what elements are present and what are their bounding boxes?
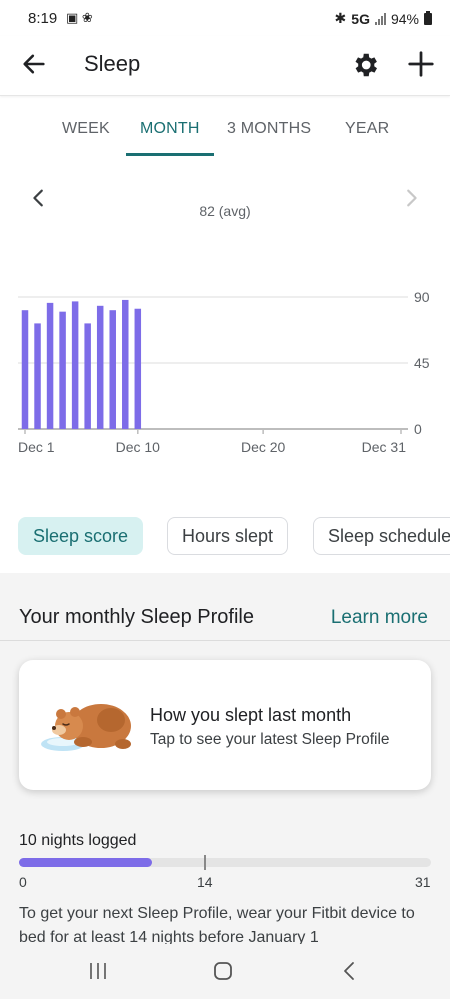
status-time: 8:19 [28, 10, 58, 27]
card-subtitle: Tap to see your latest Sleep Profile [150, 731, 390, 748]
learn-more-link[interactable]: Learn more [331, 607, 428, 629]
chart-bar [71, 301, 79, 429]
chart-bar [34, 323, 41, 429]
chart-bar [84, 323, 91, 429]
nights-progress-fill [19, 858, 152, 867]
nights-logged: 10 nights logged [19, 832, 137, 849]
page-title: Sleep [84, 51, 141, 76]
chart-svg: 90 45 0 Dec 1 Dec 10 Dec 20 Dec 31 [18, 289, 430, 455]
progress-label-start: 0 [19, 874, 27, 890]
chart-bar [96, 305, 104, 429]
progress-label-end: 31 [415, 874, 431, 890]
period-tabs: WEEK MONTH 3 MONTHS YEAR [0, 110, 450, 158]
network-label: 5G [351, 10, 370, 27]
recent-apps-icon[interactable] [88, 962, 108, 980]
chart-bar [21, 310, 29, 429]
y-tick-label: 45 [414, 355, 430, 371]
status-right: ✱ 5G 94% [335, 10, 432, 27]
app-bar: Sleep [0, 36, 450, 96]
system-back-icon[interactable] [342, 961, 356, 981]
progress-target-marker [204, 855, 206, 870]
bluetooth-icon: ✱ [334, 10, 347, 26]
status-bar: 8:19 ▣ ❀ ✱ 5G 94% [0, 0, 450, 36]
chip-sleep-schedule[interactable]: Sleep schedule [313, 517, 450, 555]
nights-progress-track [19, 858, 431, 867]
average-label: 82 (avg) [199, 203, 251, 219]
chart-bar [59, 311, 66, 429]
card-title: How you slept last month [150, 705, 352, 725]
battery-percent: 94% [390, 10, 419, 27]
x-tick-label: Dec 20 [241, 439, 286, 455]
profile-title: Your monthly Sleep Profile [19, 606, 254, 628]
x-tick-label: Dec 1 [18, 439, 55, 455]
x-tick-label: Dec 31 [362, 439, 407, 455]
system-nav-bar [0, 944, 450, 999]
chart-bar [122, 299, 129, 429]
sleep-score-chart: 90 45 0 Dec 1 Dec 10 Dec 20 Dec 31 [0, 280, 450, 480]
sleeping-bear-icon [41, 704, 131, 751]
back-arrow-icon[interactable] [20, 50, 48, 78]
chip-hours-slept[interactable]: Hours slept [167, 517, 289, 555]
tab-3-months[interactable]: 3 MONTHS [227, 120, 311, 138]
chart-bar [46, 302, 54, 429]
home-icon[interactable] [213, 961, 233, 981]
tab-month[interactable]: MONTH [140, 120, 200, 138]
profile-header: Your monthly Sleep Profile Learn more [0, 573, 450, 641]
tab-year[interactable]: YEAR [345, 120, 389, 138]
sleep-profile-card[interactable]: How you slept last month Tap to see your… [19, 660, 431, 790]
chip-sleep-score[interactable]: Sleep score [18, 517, 144, 555]
chart-bar [134, 308, 142, 429]
metric-chips: Sleep score Hours slept Sleep schedule [18, 517, 450, 557]
active-tab-indicator [126, 153, 214, 156]
sleep-profile-section: Your monthly Sleep Profile Learn more Ho… [0, 573, 450, 999]
tab-week[interactable]: WEEK [62, 120, 110, 138]
gear-icon[interactable] [350, 50, 380, 80]
progress-label-target: 14 [197, 874, 213, 890]
chart-bar [109, 310, 116, 429]
profile-footnote: To get your next Sleep Profile, wear you… [19, 905, 415, 946]
battery-icon [424, 10, 432, 25]
notification-icons: ▣ ❀ [66, 10, 93, 25]
x-tick-label: Dec 10 [116, 439, 161, 455]
y-tick-label: 0 [414, 421, 422, 437]
plus-icon[interactable] [406, 49, 436, 79]
signal-icon [374, 12, 386, 25]
y-tick-label: 90 [414, 289, 430, 305]
